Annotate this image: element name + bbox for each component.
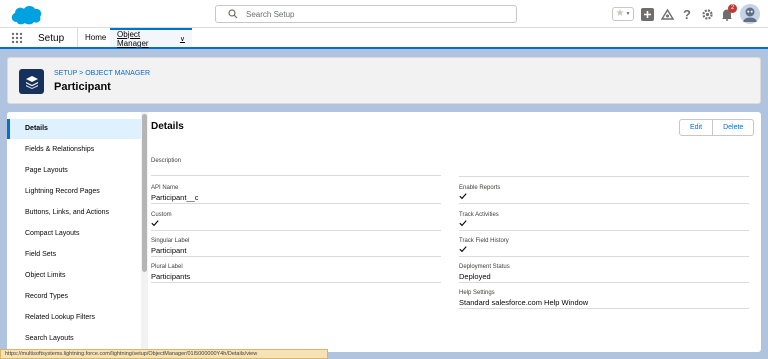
gear-icon[interactable] [700,7,714,21]
search-placeholder: Search Setup [246,10,295,19]
field-value [459,192,749,203]
sidebar-item-page-layouts[interactable]: Page Layouts [7,161,141,181]
edit-button[interactable]: Edit [679,119,714,136]
sidebar-item-label: Field Sets [25,251,57,258]
details-title: Details [151,121,184,132]
field-help-settings: Help Settings Standard salesforce.com He… [459,289,749,309]
field-track-field-history: Track Field History [459,237,749,257]
sidebar-item-label: Details [25,125,48,132]
search-icon [228,9,238,19]
field-label: API Name [151,185,179,191]
field-value [459,245,749,256]
field-label: Plural Label [151,264,183,270]
sidebar-item-record-types[interactable]: Record Types [7,287,141,307]
tab-object-manager-label: Object Manager [117,29,149,48]
field-label: Description [151,158,182,164]
tab-home-label: Home [85,33,107,42]
field-deployment-status: Deployment Status Deployed [459,263,749,283]
page-header: SETUP > OBJECT MANAGER Participant [7,57,761,104]
field-label: Singular Label [151,238,190,244]
layers-icon [19,69,44,94]
bell-icon[interactable]: 2 [720,4,737,21]
trailhead-icon[interactable] [660,7,674,21]
field-enable-reports: Enable Reports [459,184,749,204]
field-label: Deployment Status [459,264,510,270]
sidebar-item-search-layouts[interactable]: Search Layouts [7,329,141,349]
field-right-spacer [459,162,749,177]
status-url-bar: https://multisoftsystems.lightning.force… [0,349,328,359]
field-label: Custom [151,212,172,218]
field-label: Track Field History [459,238,509,244]
app-name: Setup [38,33,65,44]
sidebar-item-buttons-links-actions[interactable]: Buttons, Links, and Actions [7,203,141,223]
field-value [459,219,749,230]
checkmark-icon [459,220,467,227]
field-api-name: API Name Participant__c [151,184,441,204]
sidebar-item-related-lookup-filters[interactable]: Related Lookup Filters [7,308,141,328]
sidebar-item-label: Record Types [25,293,69,300]
sidebar-item-object-limits[interactable]: Object Limits [7,266,141,286]
field-value: Participants [151,272,191,281]
field-value [151,165,441,176]
field-label: Track Activities [459,212,499,218]
tab-object-manager[interactable]: Object Manager ∨ [110,28,192,48]
help-icon[interactable]: ? [680,7,694,22]
chevron-down-icon: ▼ [625,11,631,17]
header-utility-icons: ★ ▼ ? 2 [612,3,760,25]
delete-button[interactable]: Delete [713,119,755,136]
checkmark-icon [459,246,467,253]
sidebar-item-details[interactable]: Details [7,119,141,139]
sidebar-item-label: Lightning Record Pages [25,188,100,195]
avatar[interactable] [740,4,760,24]
sidebar-item-label: Search Layouts [25,335,74,342]
sidebar-item-label: Related Lookup Filters [25,314,96,321]
tab-home[interactable]: Home [77,28,113,47]
global-header: Search Setup ★ ▼ ? 2 [0,0,768,28]
field-plural-label: Plural Label Participants [151,263,441,283]
sidebar-item-label: Fields & Relationships [25,146,95,153]
field-description: Description [151,157,441,176]
context-bar: Setup Home Object Manager ∨ [0,28,768,49]
sidebar: Details Fields & Relationships Page Layo… [7,112,141,352]
notification-badge: 2 [728,4,737,13]
field-value: Participant__c [151,193,199,202]
field-value: Standard salesforce.com Help Window [459,298,589,307]
field-value: Deployed [459,272,491,281]
checkmark-icon [151,220,159,227]
field-label: Help Settings [459,290,495,296]
field-value: Participant [151,246,187,255]
checkmark-icon [459,193,467,200]
sidebar-item-lightning-record-pages[interactable]: Lightning Record Pages [7,182,141,202]
details-content: Details Edit Delete Description API Name… [148,112,761,352]
sidebar-scrollbar-thumb[interactable] [142,114,147,272]
sidebar-item-label: Buttons, Links, and Actions [25,209,110,216]
field-custom: Custom [151,211,441,231]
sidebar-item-fields-relationships[interactable]: Fields & Relationships [7,140,141,160]
chevron-down-icon[interactable]: ∨ [180,35,185,43]
star-icon: ★ [615,8,625,19]
app-launcher-icon[interactable] [11,32,23,44]
search-input[interactable]: Search Setup [215,5,517,23]
field-singular-label: Singular Label Participant [151,237,441,257]
main-panel: Details Fields & Relationships Page Layo… [7,112,761,352]
add-icon[interactable] [640,7,654,21]
sidebar-item-field-sets[interactable]: Field Sets [7,245,141,265]
sidebar-item-label: Object Limits [25,272,66,279]
field-track-activities: Track Activities [459,211,749,231]
favorites-button[interactable]: ★ ▼ [612,7,634,21]
sidebar-item-label: Page Layouts [25,167,68,174]
salesforce-logo-icon[interactable] [9,4,43,26]
details-button-group: Edit Delete [679,119,755,136]
field-label: Enable Reports [459,185,501,191]
breadcrumb[interactable]: SETUP > OBJECT MANAGER [54,70,150,77]
sidebar-item-label: Compact Layouts [25,230,80,237]
sidebar-item-compact-layouts[interactable]: Compact Layouts [7,224,141,244]
field-value [151,219,441,230]
page-title: Participant [54,81,111,93]
